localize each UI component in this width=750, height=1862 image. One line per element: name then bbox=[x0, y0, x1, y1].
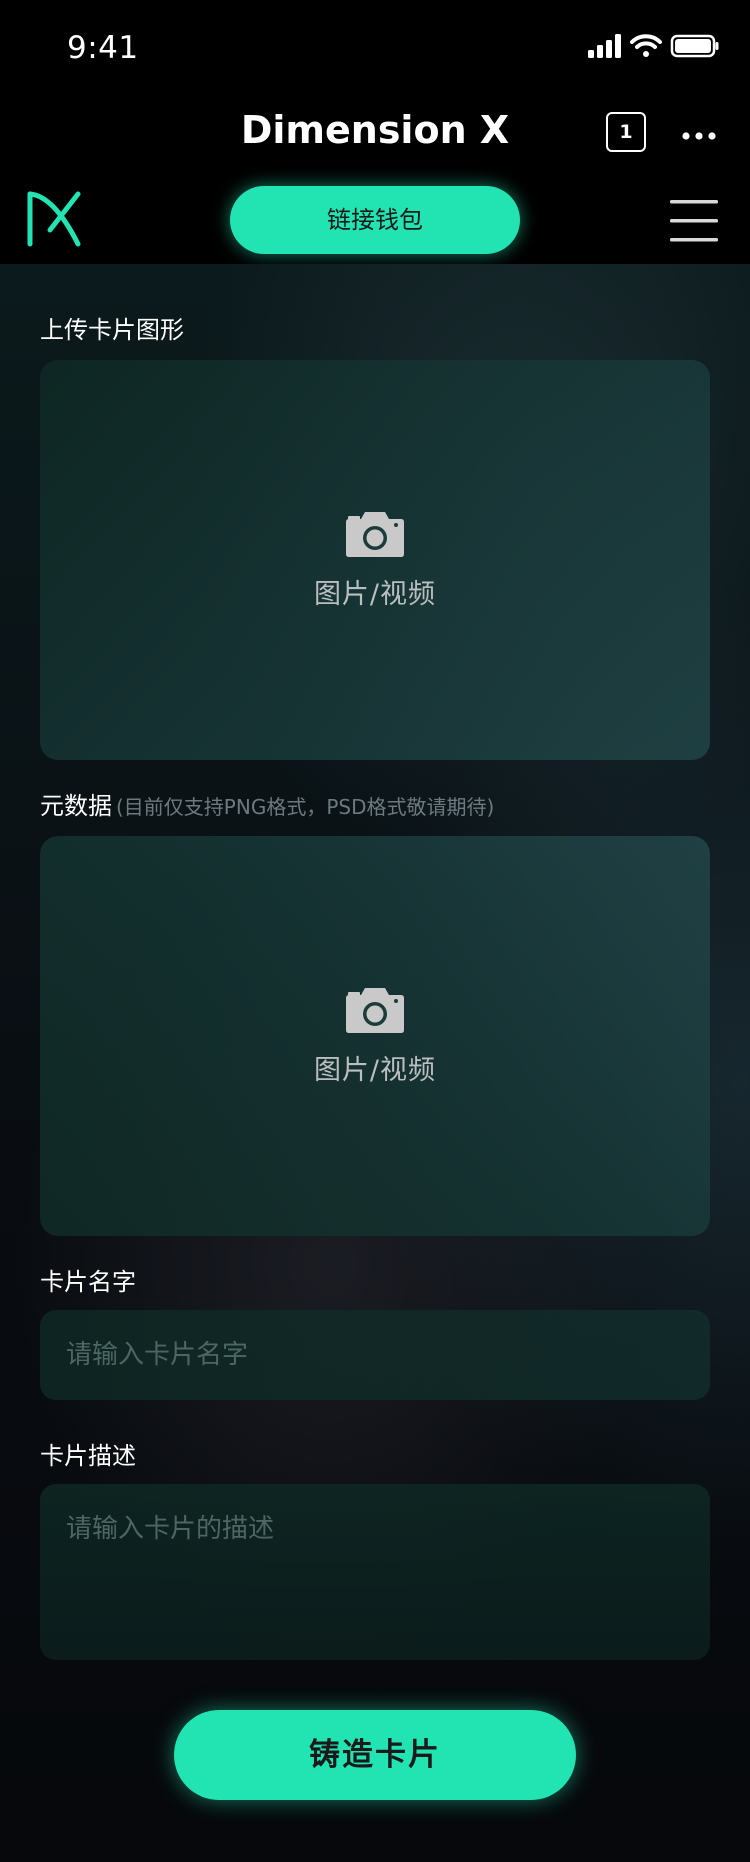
card-name-input[interactable] bbox=[40, 1310, 710, 1400]
camera-icon bbox=[40, 510, 710, 562]
signal-icon bbox=[588, 34, 621, 58]
card-description-input[interactable] bbox=[40, 1484, 710, 1660]
wifi-icon bbox=[630, 34, 662, 57]
upload-card-label: 上传卡片图形 bbox=[40, 316, 184, 344]
status-time: 9:41 bbox=[67, 30, 139, 66]
more-icon[interactable] bbox=[682, 126, 716, 145]
camera-icon bbox=[40, 986, 710, 1038]
top-bar: 9:41 Dimension X 1 链接钱包 bbox=[0, 0, 750, 264]
metadata-dropzone[interactable]: 图片/视频 bbox=[40, 836, 710, 1236]
card-name-label: 卡片名字 bbox=[40, 1268, 136, 1296]
metadata-hint: (目前仅支持PNG格式，PSD格式敬请期待) bbox=[116, 795, 495, 819]
status-icons bbox=[588, 32, 720, 64]
tab-count-button[interactable]: 1 bbox=[606, 112, 646, 152]
connect-wallet-button[interactable]: 链接钱包 bbox=[230, 186, 520, 254]
logo-icon bbox=[26, 190, 86, 252]
card-description-label: 卡片描述 bbox=[40, 1442, 136, 1470]
hamburger-menu-icon[interactable] bbox=[670, 198, 718, 248]
metadata-placeholder: 图片/视频 bbox=[313, 1055, 437, 1086]
upload-card-dropzone[interactable]: 图片/视频 bbox=[40, 360, 710, 760]
upload-placeholder: 图片/视频 bbox=[313, 579, 437, 610]
metadata-label: 元数据 (目前仅支持PNG格式，PSD格式敬请期待) bbox=[40, 792, 495, 820]
battery-icon bbox=[670, 34, 719, 58]
mint-card-button[interactable]: 铸造卡片 bbox=[174, 1710, 576, 1800]
